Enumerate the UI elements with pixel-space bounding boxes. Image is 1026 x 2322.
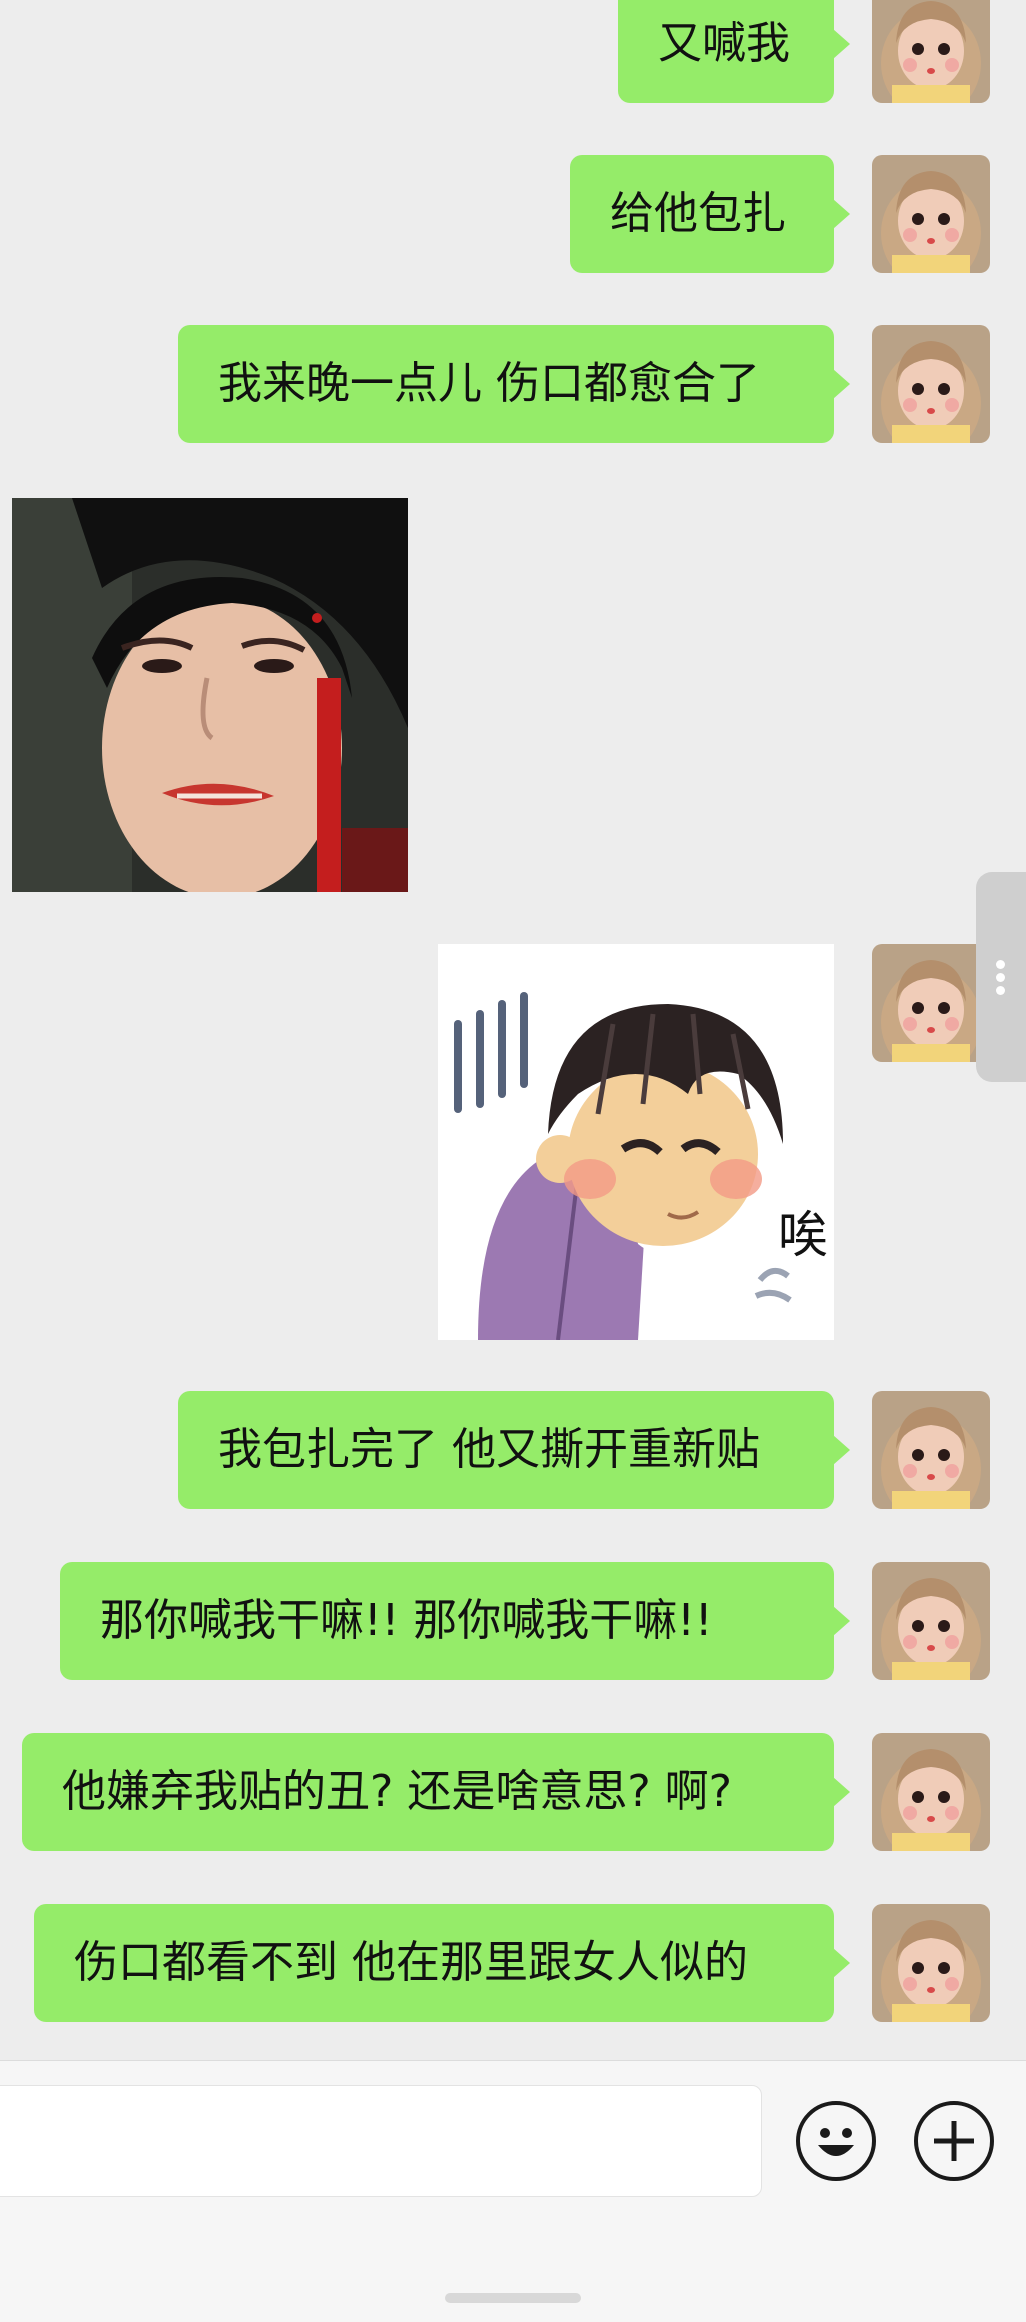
sent-cartoon-sticker[interactable]: 唉 [438, 944, 834, 1340]
sighing-girl-cartoon: 唉 [438, 944, 834, 1340]
user-avatar[interactable] [872, 1733, 990, 1851]
crying-woman-photo [12, 498, 408, 892]
message-bubble[interactable]: 又喊我 [618, 0, 850, 103]
message-bubble[interactable]: 我包扎完了 他又撕开重新贴 [178, 1391, 850, 1509]
chat-message-list[interactable]: 又喊我 给他包扎 我来晚一点儿 伤口都愈合了 唉 我包扎完了 他又撕开重新贴 那… [0, 0, 1026, 2060]
user-avatar[interactable] [872, 1562, 990, 1680]
floating-side-handle[interactable] [976, 872, 1026, 1082]
handle-dot [996, 960, 1005, 969]
received-photo-sticker[interactable] [12, 498, 408, 892]
user-avatar[interactable] [872, 0, 990, 103]
message-bubble[interactable]: 给他包扎 [570, 155, 850, 273]
user-avatar[interactable] [872, 1904, 990, 2022]
smiley-face-icon [818, 2128, 854, 2156]
user-avatar[interactable] [872, 325, 990, 443]
user-avatar[interactable] [872, 944, 990, 1062]
plus-icon [934, 2121, 974, 2161]
home-indicator [445, 2293, 581, 2303]
message-bubble[interactable]: 我来晚一点儿 伤口都愈合了 [178, 325, 850, 443]
user-avatar[interactable] [872, 1391, 990, 1509]
message-bubble[interactable]: 他嫌弃我贴的丑? 还是啥意思? 啊? [22, 1733, 850, 1851]
message-bubble[interactable]: 伤口都看不到 他在那里跟女人似的 [34, 1904, 850, 2022]
sticker-caption: 唉 [778, 1206, 828, 1264]
more-button[interactable] [914, 2101, 994, 2181]
handle-dot [996, 973, 1005, 982]
message-input[interactable] [0, 2085, 762, 2197]
emoji-button[interactable] [796, 2101, 876, 2181]
handle-dot [996, 986, 1005, 995]
input-bar [0, 2060, 1026, 2322]
message-bubble[interactable]: 那你喊我干嘛!! 那你喊我干嘛!! [60, 1562, 850, 1680]
user-avatar[interactable] [872, 155, 990, 273]
